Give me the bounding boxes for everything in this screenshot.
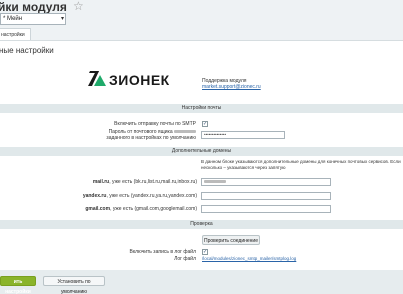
chevron-down-icon: ▾ [60,16,64,22]
mail-settings-header: Настройки почты [0,104,403,113]
settings-panel: ные настройки ЗИОНЕК Поддержка модуля ma… [0,40,403,270]
redacted-email [174,130,196,134]
password-input[interactable]: •••••••••••••• [201,131,285,139]
page-title: йки модуля [0,0,67,14]
site-select-value: * Мейн [3,16,23,22]
domains-note: В данном блоке указываются дополнительны… [201,159,401,170]
module-settings-page: йки модуля ☆ * Мейн ▾ настройки ные наст… [0,0,403,294]
smtp-label: Включить отправку почты по SMTP [114,121,196,127]
log-checkbox[interactable]: ✓ [202,249,208,255]
yandex-domains-label: yandex.ru, уже есть (yandex.ru,ya.ru,yan… [60,193,197,199]
save-button[interactable]: ить настройки [0,276,36,294]
zionec-logo-mark-icon [88,71,106,86]
logfile-link[interactable]: /local/modules/zionec_smtp_mailer/smtplo… [202,256,296,261]
gmail-domain-existing: , уже есть (gmail.com,googlemail.com) [110,206,197,212]
password-label: Пароль от почтового ящика заданного в на… [80,129,196,141]
yandex-domain-existing: , уже есть (yandex.ru,ya.ru,yandex.com) [106,193,197,199]
favorite-star-icon[interactable]: ☆ [73,0,84,13]
check-header: Проверка [0,220,403,229]
redacted-value [204,180,226,184]
site-select[interactable]: * Мейн ▾ [0,13,66,25]
log-label: Включить запись в лог файл [129,249,196,255]
gmail-domains-label: gmail.com, уже есть (gmail.com,googlemai… [60,206,197,212]
domains-header: Дополнительные домены [0,147,403,156]
yandex-domains-input[interactable] [201,192,331,200]
mail-domains-label: mail.ru, уже есть (bk.ru,list.ru,mail.ru… [60,179,197,185]
logo-text: ЗИОНЕК [109,72,170,88]
panel-title: ные настройки [0,46,54,55]
smtp-checkbox[interactable]: ✓ [202,121,208,127]
footer-bar: ить настройки Установить по умолчанию [0,270,403,294]
password-label-line2: заданного в настройках по умолчанию [106,135,196,141]
mail-domain-name: mail.ru [92,179,110,185]
mail-domain-existing: , уже есть (bk.ru,list.ru,mail.ru,inbox.… [109,179,197,185]
mail-domains-input[interactable] [201,178,331,186]
yandex-domain-name: yandex.ru [82,193,107,199]
gmail-domain-name: gmail.com [85,206,111,212]
reset-default-button[interactable]: Установить по умолчанию [43,276,105,294]
check-connection-button[interactable]: Проверить соединение [202,235,260,245]
zionec-logo: ЗИОНЕК [87,69,169,92]
support-email-link[interactable]: market.support@zionec.ru [202,84,261,90]
gmail-domains-input[interactable] [201,205,331,213]
tab-settings[interactable]: настройки [0,28,31,40]
logfile-label: Лог файл [174,256,196,262]
